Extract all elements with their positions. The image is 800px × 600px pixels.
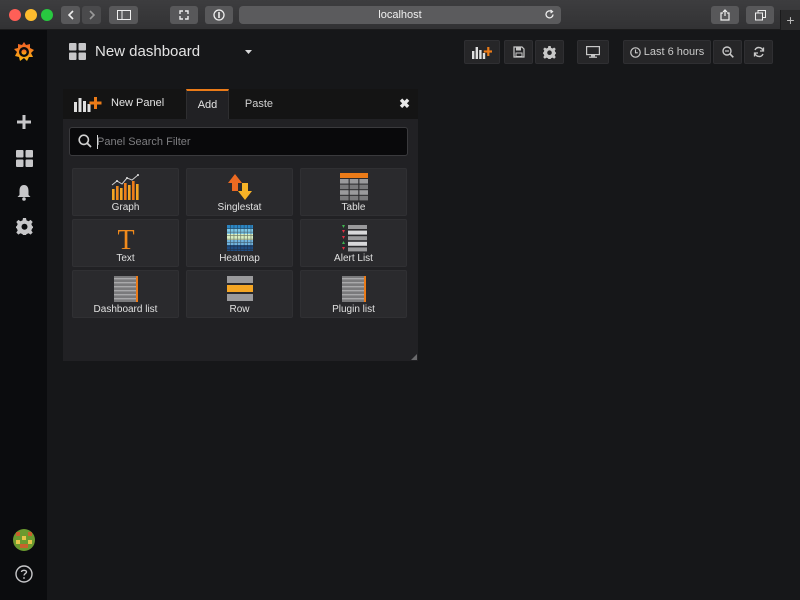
text-icon: T: [117, 225, 134, 252]
add-panel-icon: [472, 47, 492, 59]
resize-handle-icon[interactable]: [411, 354, 417, 360]
back-button[interactable]: [61, 6, 80, 24]
url-text: localhost: [378, 9, 422, 21]
panel-type-dashboard-list[interactable]: Dashboard list: [72, 270, 179, 318]
share-icon: [720, 9, 730, 21]
view-mode-button[interactable]: [577, 40, 609, 64]
grafana-logo[interactable]: [12, 40, 36, 64]
tabs-icon: [754, 9, 766, 20]
plus-icon: [17, 115, 31, 129]
panel-type-label: Singlestat: [217, 202, 262, 213]
help-menu[interactable]: [14, 564, 34, 584]
panel-type-alert-list[interactable]: Alert List: [300, 219, 407, 267]
tab-add[interactable]: Add: [186, 89, 229, 119]
grafana-logo-icon: [14, 42, 34, 61]
close-window-button[interactable]: [9, 9, 21, 21]
tab-paste[interactable]: Paste: [235, 89, 283, 119]
panel-type-label: Plugin list: [332, 304, 375, 315]
save-dashboard-button[interactable]: [504, 40, 533, 64]
dashboard-grid-icon: [69, 43, 86, 60]
sidebar-icon: [116, 10, 131, 20]
panel-type-graph[interactable]: Graph: [72, 168, 179, 216]
panel-title: New Panel: [111, 97, 165, 109]
dashboard-grid-icon: [15, 149, 33, 167]
row-icon: [227, 276, 253, 301]
fullscreen-button[interactable]: [170, 6, 198, 24]
dashboards-menu[interactable]: [14, 148, 34, 168]
gear-icon: [15, 217, 33, 235]
add-panel-icon: [74, 97, 102, 112]
dashboard-navbar: New dashboard Last 6 hours: [47, 30, 800, 74]
panel-type-label: Row: [229, 304, 250, 315]
search-icon: [78, 134, 92, 148]
refresh-button[interactable]: [744, 40, 773, 64]
new-tab-button[interactable]: +: [780, 10, 800, 30]
bell-icon: [17, 184, 31, 201]
panel-type-label: Alert List: [334, 253, 373, 264]
text-cursor: [97, 135, 98, 149]
time-range-label: Last 6 hours: [643, 46, 705, 58]
panel-header: New Panel Add Paste ✖: [63, 89, 418, 119]
dashboard-list-icon: [114, 276, 138, 302]
user-avatar[interactable]: [12, 528, 36, 552]
avatar-icon: [13, 529, 35, 551]
expand-icon: [179, 10, 189, 20]
close-icon[interactable]: ✖: [399, 96, 410, 112]
panel-type-row[interactable]: Row: [186, 270, 293, 318]
panel-type-table[interactable]: Table: [300, 168, 407, 216]
chevron-left-icon: [67, 10, 74, 20]
new-panel: New Panel Add Paste ✖ Graph Singlestat: [63, 89, 418, 361]
panel-type-plugin-list[interactable]: Plugin list: [300, 270, 407, 318]
sidebar-toggle-button[interactable]: [109, 6, 138, 24]
help-icon: [15, 565, 33, 583]
caret-down-icon[interactable]: [245, 50, 252, 55]
zoom-out-icon: [721, 46, 734, 58]
refresh-icon: [753, 46, 764, 58]
table-icon: [340, 173, 368, 201]
monitor-icon: [586, 46, 600, 58]
panel-type-singlestat[interactable]: Singlestat: [186, 168, 293, 216]
share-button[interactable]: [711, 6, 739, 24]
plus-icon: +: [786, 12, 795, 28]
reload-icon[interactable]: [544, 9, 555, 20]
forward-button[interactable]: [82, 6, 101, 24]
panel-type-label: Text: [116, 253, 135, 264]
browser-toolbar: localhost +: [0, 0, 800, 30]
password-manager-button[interactable]: [205, 6, 233, 24]
panel-type-label: Graph: [111, 202, 140, 213]
time-picker-button[interactable]: Last 6 hours: [623, 40, 711, 64]
singlestat-icon: [228, 174, 252, 200]
tab-label: Paste: [244, 98, 274, 110]
alert-list-icon: [342, 225, 367, 252]
tabs-overview-button[interactable]: [746, 6, 774, 24]
dashboard-title[interactable]: New dashboard: [95, 43, 200, 60]
zoom-out-button[interactable]: [713, 40, 742, 64]
add-panel-button[interactable]: [464, 40, 500, 64]
graph-icon: [111, 174, 139, 200]
panel-type-label: Heatmap: [219, 253, 260, 264]
alerting-menu[interactable]: [14, 182, 34, 202]
heatmap-icon: [227, 225, 253, 251]
onepassword-icon: [213, 9, 225, 21]
create-menu[interactable]: [14, 112, 34, 132]
plugin-list-icon: [342, 276, 366, 302]
sidebar: [0, 30, 47, 600]
address-bar[interactable]: localhost: [239, 6, 561, 24]
zoom-window-button[interactable]: [41, 9, 53, 21]
panel-type-heatmap[interactable]: Heatmap: [186, 219, 293, 267]
panel-search-input[interactable]: [97, 133, 397, 151]
gear-icon: [543, 45, 556, 59]
tab-label: Add: [197, 99, 218, 111]
clock-icon: [629, 46, 641, 58]
panel-type-label: Table: [341, 202, 366, 213]
svg-text:T: T: [117, 225, 134, 252]
configuration-menu[interactable]: [14, 216, 34, 236]
panel-search: [69, 127, 408, 156]
panel-type-label: Dashboard list: [93, 304, 158, 315]
save-icon: [512, 46, 525, 58]
chevron-right-icon: [88, 10, 95, 20]
minimize-window-button[interactable]: [25, 9, 37, 21]
panel-type-text[interactable]: T Text: [72, 219, 179, 267]
dashboard-settings-button[interactable]: [535, 40, 564, 64]
